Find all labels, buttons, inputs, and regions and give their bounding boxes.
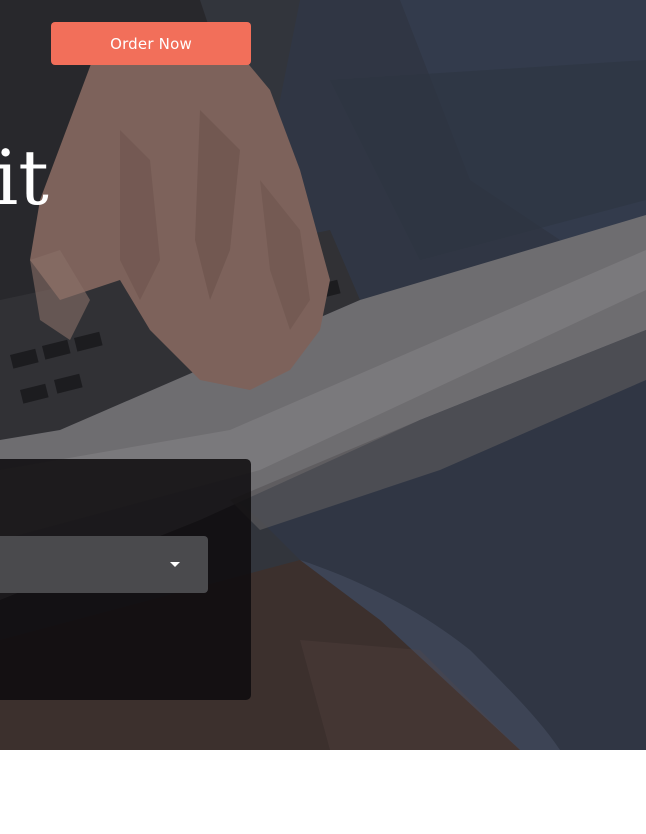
booking-form-panel — [0, 459, 251, 700]
chevron-down-icon — [170, 562, 180, 567]
hero-heading: it — [0, 133, 49, 222]
service-select[interactable] — [0, 536, 208, 593]
hero-section: Order Now it — [0, 0, 646, 750]
order-now-button[interactable]: Order Now — [51, 22, 251, 65]
